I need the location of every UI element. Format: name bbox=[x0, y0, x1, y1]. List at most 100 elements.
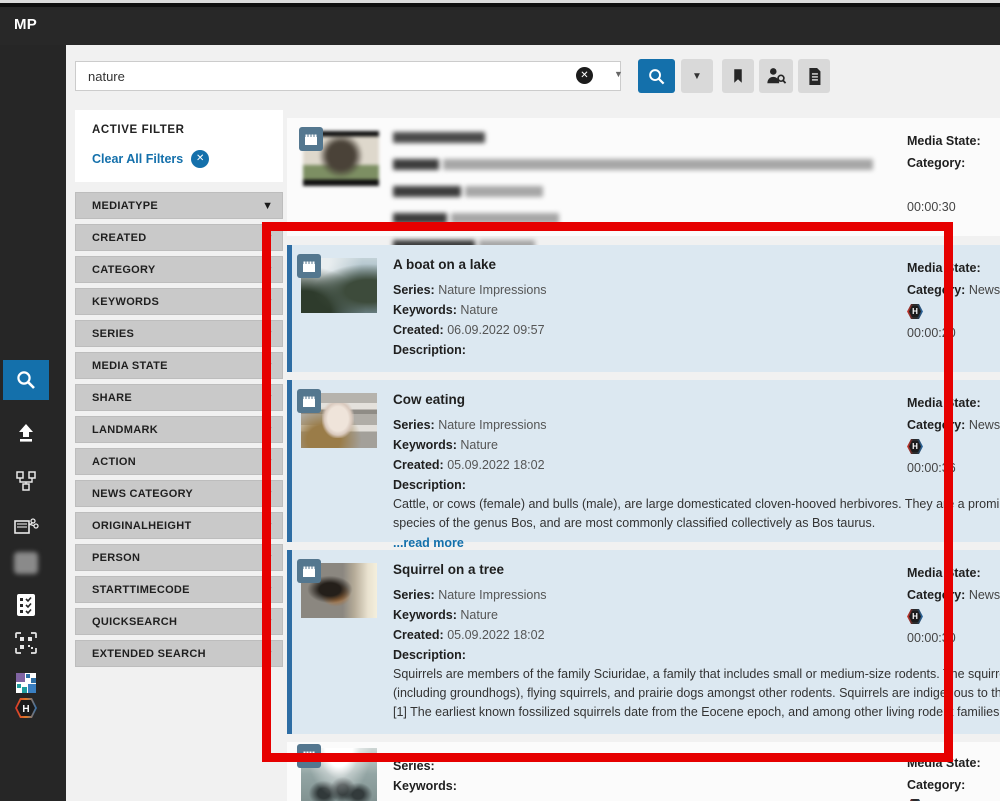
result-row-boat[interactable]: A boat on a lake Series: Nature Impressi… bbox=[287, 245, 1000, 372]
filter-item-label: EXTENDED SEARCH bbox=[92, 648, 206, 660]
description-line: [1] The earliest known fossilized squirr… bbox=[393, 703, 1000, 722]
bookmark-button[interactable] bbox=[722, 59, 754, 93]
row-accent-bar bbox=[287, 245, 292, 372]
result-meta-column: Media State: Category: 00:00:30 bbox=[907, 130, 1000, 218]
result-row-squirrel[interactable]: Squirrel on a tree Series: Nature Impres… bbox=[287, 550, 1000, 734]
filter-item-label: NEWS CATEGORY bbox=[92, 488, 193, 500]
series-value: Nature Impressions bbox=[438, 588, 546, 602]
keywords-label: Keywords: bbox=[393, 438, 457, 452]
filter-item-starttimecode[interactable]: STARTTIMECODE▼ bbox=[75, 576, 283, 603]
chevron-down-icon: ▼ bbox=[265, 265, 273, 274]
filter-item-news-category[interactable]: NEWS CATEGORY▼ bbox=[75, 480, 283, 507]
filter-item-share[interactable]: SHARE▼ bbox=[75, 384, 283, 411]
category-label: Category: bbox=[907, 156, 965, 170]
upload-icon bbox=[14, 421, 38, 445]
clear-search-icon[interactable]: ✕ bbox=[576, 67, 593, 84]
filter-item-created[interactable]: CREATED▼ bbox=[75, 224, 283, 251]
user-search-icon bbox=[765, 66, 787, 86]
chevron-down-icon: ▼ bbox=[265, 457, 273, 466]
clip-icon bbox=[297, 389, 321, 413]
keywords-value: Nature bbox=[460, 438, 498, 452]
clip-icon bbox=[299, 127, 323, 151]
created-value: 05.09.2022 18:02 bbox=[447, 458, 544, 472]
result-meta-column: Media State: Category: News H 00:00:36 bbox=[907, 392, 1000, 479]
filter-item-keywords[interactable]: KEYWORDS▼ bbox=[75, 288, 283, 315]
filter-item-category[interactable]: CATEGORY ▼ bbox=[75, 256, 283, 283]
top-bar: MP bbox=[0, 7, 1000, 45]
keywords-value: Nature bbox=[460, 303, 498, 317]
document-icon bbox=[806, 66, 823, 87]
sidebar-item-search[interactable] bbox=[3, 360, 49, 400]
created-value: 05.09.2022 18:02 bbox=[447, 628, 544, 642]
qr-scan-icon bbox=[13, 630, 39, 656]
clip-icon bbox=[297, 744, 321, 768]
result-meta-column: Media State: Category: H bbox=[907, 752, 1000, 801]
keywords-label: Keywords: bbox=[393, 779, 457, 793]
sidebar-item-clip-editing[interactable] bbox=[3, 507, 49, 547]
result-row-partial[interactable]: Series: Keywords: Media State: Category:… bbox=[287, 742, 1000, 801]
media-state-label: Media State: bbox=[907, 261, 981, 275]
media-state-label: Media State: bbox=[907, 756, 981, 770]
chevron-down-icon: ▼ bbox=[265, 521, 273, 530]
series-value: Nature Impressions bbox=[438, 418, 546, 432]
category-value: News bbox=[969, 283, 1000, 297]
search-input[interactable] bbox=[75, 61, 621, 91]
filter-item-label: MEDIATYPE bbox=[92, 200, 158, 212]
input-caret-icon[interactable]: ▼ bbox=[614, 69, 623, 79]
result-text-block: A boat on a lake Series: Nature Impressi… bbox=[393, 257, 547, 360]
filter-item-media-state[interactable]: MEDIA STATE▼ bbox=[75, 352, 283, 379]
filter-item-label: CREATED bbox=[92, 232, 146, 244]
category-label: Category: bbox=[907, 283, 965, 297]
filter-item-label: CATEGORY bbox=[92, 264, 156, 276]
duration: 00:00:30 bbox=[907, 196, 1000, 218]
filter-item-label: LANDMARK bbox=[92, 424, 158, 436]
media-state-label: Media State: bbox=[907, 134, 981, 148]
result-title[interactable]: A boat on a lake bbox=[393, 257, 547, 272]
filter-item-quicksearch[interactable]: QUICKSEARCH▼ bbox=[75, 608, 283, 635]
redacted-icon bbox=[14, 552, 38, 574]
filter-item-landmark[interactable]: LANDMARK▼ bbox=[75, 416, 283, 443]
clear-filters-icon: ✕ bbox=[191, 150, 209, 168]
filter-item-label: ORIGINALHEIGHT bbox=[92, 520, 192, 532]
sidebar-item-brand-h[interactable]: H bbox=[3, 688, 49, 728]
clear-all-filters-button[interactable]: Clear All Filters ✕ bbox=[92, 150, 209, 168]
filter-item-label: MEDIA STATE bbox=[92, 360, 168, 372]
result-meta-column: Media State: Category: News H 00:00:20 bbox=[907, 257, 1000, 344]
sidebar-item-upload[interactable] bbox=[3, 413, 49, 453]
search-options-dropdown-button[interactable]: ▼ bbox=[681, 59, 713, 93]
keywords-value: Nature bbox=[460, 608, 498, 622]
checklist-icon bbox=[14, 592, 38, 618]
filter-item-extended-search[interactable]: EXTENDED SEARCH▼ bbox=[75, 640, 283, 667]
active-filter-title: ACTIVE FILTER bbox=[92, 124, 185, 136]
series-value: Nature Impressions bbox=[438, 283, 546, 297]
filter-item-originalheight[interactable]: ORIGINALHEIGHT ▼ bbox=[75, 512, 283, 539]
description-line: (including groundhogs), flying squirrels… bbox=[393, 684, 1000, 703]
filter-item-mediatype[interactable]: MEDIATYPE▼ bbox=[75, 192, 283, 219]
filter-item-label: SERIES bbox=[92, 328, 134, 340]
chevron-down-icon: ▼ bbox=[265, 617, 273, 626]
result-row-redacted[interactable]: Media State: Category: 00:00:30 bbox=[287, 118, 1000, 236]
sidebar-item-workflow[interactable] bbox=[3, 461, 49, 501]
media-state-label: Media State: bbox=[907, 396, 981, 410]
chevron-down-icon: ▼ bbox=[265, 393, 273, 402]
filter-item-series[interactable]: SERIES ▼ bbox=[75, 320, 283, 347]
filter-item-person[interactable]: PERSON▼ bbox=[75, 544, 283, 571]
duration: 00:00:30 bbox=[907, 627, 1000, 649]
search-button[interactable] bbox=[638, 59, 675, 93]
clear-all-filters-label: Clear All Filters bbox=[92, 152, 183, 166]
chevron-down-icon: ▼ bbox=[265, 329, 273, 338]
result-row-cow[interactable]: Cow eating Series: Nature Impressions Ke… bbox=[287, 380, 1000, 542]
created-label: Created: bbox=[393, 323, 444, 337]
category-label: Category: bbox=[907, 418, 965, 432]
description-line: species of the genus Bos, and are most c… bbox=[393, 514, 1000, 533]
workflow-icon bbox=[15, 470, 37, 492]
user-search-button[interactable] bbox=[759, 59, 793, 93]
document-button[interactable] bbox=[798, 59, 830, 93]
duration: 00:00:20 bbox=[907, 322, 1000, 344]
sidebar-item-checklist[interactable] bbox=[3, 585, 49, 625]
sidebar-item-hidden-logo[interactable] bbox=[3, 543, 49, 583]
description-line: Squirrels are members of the family Sciu… bbox=[393, 665, 1000, 684]
description-line: Cattle, or cows (female) and bulls (male… bbox=[393, 495, 1000, 514]
filter-item-action[interactable]: ACTION▼ bbox=[75, 448, 283, 475]
sidebar-item-qr-scan[interactable] bbox=[3, 623, 49, 663]
